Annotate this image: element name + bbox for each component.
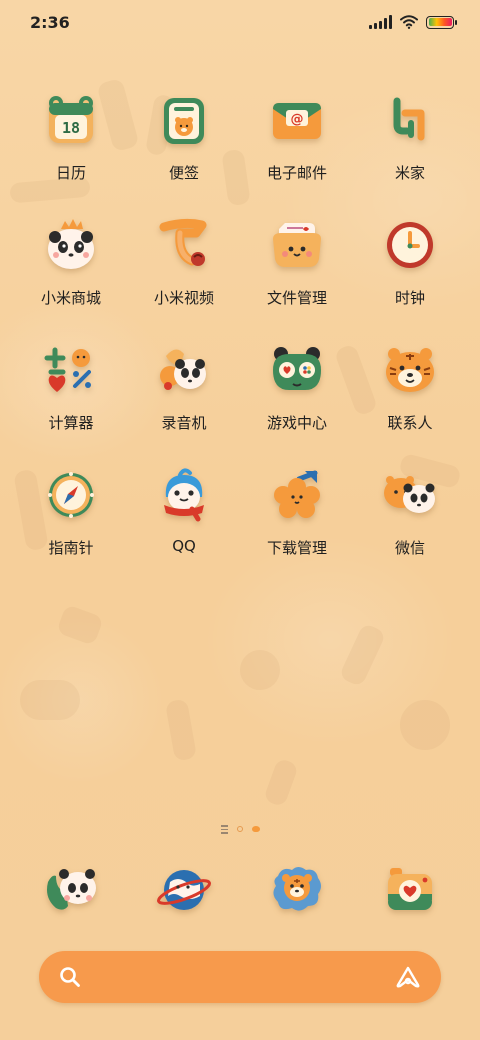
dock-phone[interactable]: [16, 860, 126, 930]
app-contacts[interactable]: 联系人: [355, 340, 465, 450]
app-label: 指南针: [48, 539, 94, 557]
app-label: 游戏中心: [266, 414, 327, 432]
file-manager-icon: [267, 215, 327, 275]
phone-icon: [41, 860, 101, 920]
app-email[interactable]: @ 电子邮件: [242, 90, 352, 200]
app-qq[interactable]: QQ: [129, 465, 239, 575]
app-notes[interactable]: 便签: [129, 90, 239, 200]
mi-video-icon: [154, 215, 214, 275]
mijia-icon: [380, 90, 440, 150]
app-calendar[interactable]: 18 日历: [16, 90, 126, 200]
app-clock[interactable]: 时钟: [355, 215, 465, 325]
app-label: 下载管理: [266, 539, 327, 557]
app-download-manager[interactable]: 下载管理: [242, 465, 352, 575]
app-label: 米家: [394, 164, 425, 182]
notes-icon: [154, 90, 214, 150]
browser-icon: [154, 860, 214, 920]
page-dot-inactive: [236, 826, 243, 833]
app-game-center[interactable]: 游戏中心: [242, 340, 352, 450]
status-icons: [369, 15, 457, 29]
clock-icon: [380, 215, 440, 275]
app-label: 小米商城: [40, 289, 101, 307]
camera-icon: [380, 860, 440, 920]
messages-icon: [267, 860, 327, 920]
dock: [0, 860, 480, 930]
app-compass[interactable]: 指南针: [16, 465, 126, 575]
email-icon: @: [267, 90, 327, 150]
app-label: 联系人: [387, 414, 433, 432]
app-label: QQ: [172, 537, 196, 555]
app-wechat[interactable]: 微信: [355, 465, 465, 575]
qq-icon: [154, 465, 214, 525]
calculator-icon: [41, 340, 101, 400]
battery-icon: [426, 15, 457, 29]
app-mi-video[interactable]: 小米视频: [129, 215, 239, 325]
mi-store-icon: [41, 215, 101, 275]
app-label: 时钟: [394, 289, 425, 307]
app-label: 小米视频: [153, 289, 214, 307]
status-bar: 2:36: [0, 0, 480, 44]
calendar-icon: 18: [41, 90, 101, 150]
status-time: 2:36: [30, 12, 70, 32]
app-mijia[interactable]: 米家: [355, 90, 465, 200]
app-mi-store[interactable]: 小米商城: [16, 215, 126, 325]
signal-icon: [369, 15, 392, 29]
app-label: 计算器: [48, 414, 94, 432]
calendar-date: 18: [61, 119, 81, 137]
app-label: 便签: [168, 164, 199, 182]
app-label: 录音机: [161, 414, 207, 432]
page-dot-active: [251, 826, 260, 833]
wifi-icon: [400, 15, 418, 29]
app-label: 日历: [55, 164, 86, 182]
app-recorder[interactable]: 录音机: [129, 340, 239, 450]
search-icon[interactable]: [59, 966, 81, 988]
download-manager-icon: [267, 465, 327, 525]
game-center-icon: [267, 340, 327, 400]
dock-messages[interactable]: [242, 860, 352, 930]
app-label: 文件管理: [266, 289, 327, 307]
compass-icon: [41, 465, 101, 525]
search-bar[interactable]: [39, 951, 441, 1003]
dock-browser[interactable]: [129, 860, 239, 930]
app-label: 电子邮件: [266, 164, 327, 182]
app-label: 微信: [394, 539, 425, 557]
xiaoai-assistant-icon[interactable]: [395, 965, 421, 989]
wechat-icon: [380, 465, 440, 525]
page-indicator[interactable]: [0, 825, 480, 834]
battery-level: [428, 18, 452, 26]
page-indicator-menu-icon: [220, 825, 228, 834]
contacts-icon: [380, 340, 440, 400]
recorder-icon: [154, 340, 214, 400]
app-file-manager[interactable]: 文件管理: [242, 215, 352, 325]
app-calculator[interactable]: 计算器: [16, 340, 126, 450]
dock-camera[interactable]: [355, 860, 465, 930]
svg-text:@: @: [291, 112, 304, 127]
